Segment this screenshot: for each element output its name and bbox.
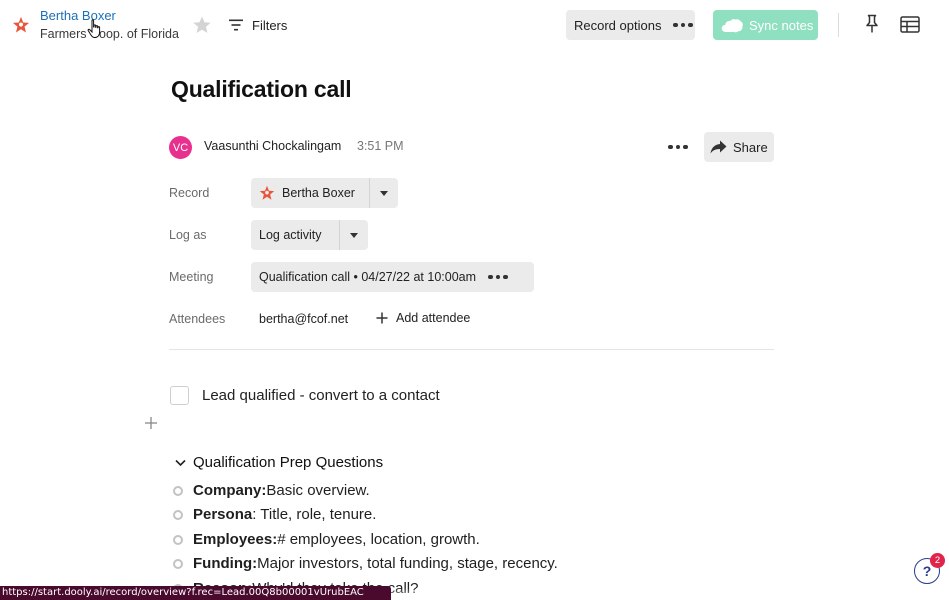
filters-label: Filters bbox=[252, 17, 288, 33]
author-name: Vaasunthi Chockalingam bbox=[204, 139, 342, 153]
caret-down-icon bbox=[380, 190, 388, 196]
record-options-button[interactable]: Record options bbox=[566, 10, 695, 40]
list-item: Employees: # employees, location, growth… bbox=[173, 531, 480, 548]
record-options-label: Record options bbox=[574, 17, 662, 33]
meeting-field-label: Meeting bbox=[169, 270, 214, 284]
note-time: 3:51 PM bbox=[357, 139, 404, 153]
list-item-term: Company: bbox=[193, 482, 267, 499]
salesforce-cloud-icon bbox=[721, 18, 743, 32]
hand-cursor-icon bbox=[87, 19, 101, 39]
bullet-circle-icon bbox=[173, 534, 183, 545]
section-divider bbox=[169, 349, 774, 350]
list-item-term: Employees: bbox=[193, 531, 278, 548]
record-company: Farmers Coop. of Florida bbox=[40, 27, 179, 41]
pin-icon[interactable] bbox=[863, 14, 881, 34]
list-item-text: Basic overview. bbox=[266, 482, 370, 499]
log-as-select[interactable]: Log activity bbox=[251, 220, 368, 250]
add-attendee-label: Add attendee bbox=[396, 311, 471, 325]
more-dots-icon bbox=[668, 144, 688, 150]
author-avatar: VC bbox=[169, 136, 192, 159]
share-label: Share bbox=[733, 139, 768, 155]
record-select-value: Bertha Boxer bbox=[282, 186, 355, 200]
table-view-icon[interactable] bbox=[900, 16, 920, 33]
lead-qualified-checkbox[interactable] bbox=[170, 386, 189, 405]
person-star-icon bbox=[259, 185, 275, 200]
add-block-plus-icon[interactable] bbox=[144, 416, 158, 430]
log-as-value: Log activity bbox=[259, 228, 322, 242]
bullet-circle-icon bbox=[173, 485, 183, 496]
list-item-text: : Title, role, tenure. bbox=[252, 506, 377, 523]
meeting-value: Qualification call • 04/27/22 at 10:00am bbox=[259, 270, 477, 284]
top-bar: Bertha Boxer Farmers Coop. of Florida Fi… bbox=[0, 0, 949, 50]
list-item: Company: Basic overview. bbox=[173, 482, 370, 499]
record-select[interactable]: Bertha Boxer bbox=[251, 178, 398, 208]
bullet-circle-icon bbox=[173, 558, 183, 569]
record-field-label: Record bbox=[169, 186, 210, 200]
list-item-term: Funding: bbox=[193, 555, 258, 572]
attendees-field-label: Attendees bbox=[169, 312, 226, 326]
list-item-text: # employees, location, growth. bbox=[277, 531, 480, 548]
toolbar-divider bbox=[838, 13, 839, 37]
caret-down-icon bbox=[350, 232, 358, 238]
sync-notes-label: Sync notes bbox=[749, 17, 814, 33]
share-button[interactable]: Share bbox=[704, 132, 774, 162]
list-item: Persona: Title, role, tenure. bbox=[173, 506, 376, 523]
link-status-bar: https://start.dooly.ai/record/overview?f… bbox=[0, 586, 391, 600]
chevron-down-icon bbox=[175, 459, 186, 466]
meeting-more-icon[interactable] bbox=[488, 274, 508, 280]
prep-questions-title: Qualification Prep Questions bbox=[193, 454, 384, 471]
filters-button[interactable]: Filters bbox=[229, 14, 287, 36]
list-item-term: Persona bbox=[193, 506, 253, 523]
prep-questions-toggle[interactable]: Qualification Prep Questions bbox=[175, 454, 383, 471]
attendee-email[interactable]: bertha@fcof.net bbox=[259, 312, 348, 326]
favorite-star-icon[interactable] bbox=[192, 15, 212, 35]
add-attendee-button[interactable]: Add attendee bbox=[376, 311, 470, 325]
sync-notes-button[interactable]: Sync notes bbox=[713, 10, 818, 40]
person-star-icon bbox=[12, 16, 30, 33]
bullet-circle-icon bbox=[173, 509, 183, 520]
list-item-text: Major investors, total funding, stage, r… bbox=[257, 555, 558, 572]
record-dropdown-toggle[interactable] bbox=[369, 178, 398, 208]
more-dots-icon bbox=[673, 22, 693, 28]
filter-lines-icon bbox=[229, 19, 243, 31]
notification-badge: 2 bbox=[930, 553, 945, 568]
plus-icon bbox=[376, 312, 388, 324]
meeting-select[interactable]: Qualification call • 04/27/22 at 10:00am bbox=[251, 262, 534, 292]
log-as-field-label: Log as bbox=[169, 228, 207, 242]
note-title[interactable]: Qualification call bbox=[171, 76, 352, 103]
log-as-dropdown-toggle[interactable] bbox=[339, 220, 368, 250]
list-item: Funding: Major investors, total funding,… bbox=[173, 555, 558, 572]
share-arrow-icon bbox=[710, 140, 727, 154]
note-more-button[interactable] bbox=[666, 139, 690, 155]
record-name-link[interactable]: Bertha Boxer bbox=[40, 8, 116, 23]
lead-qualified-label: Lead qualified - convert to a contact bbox=[202, 387, 440, 404]
